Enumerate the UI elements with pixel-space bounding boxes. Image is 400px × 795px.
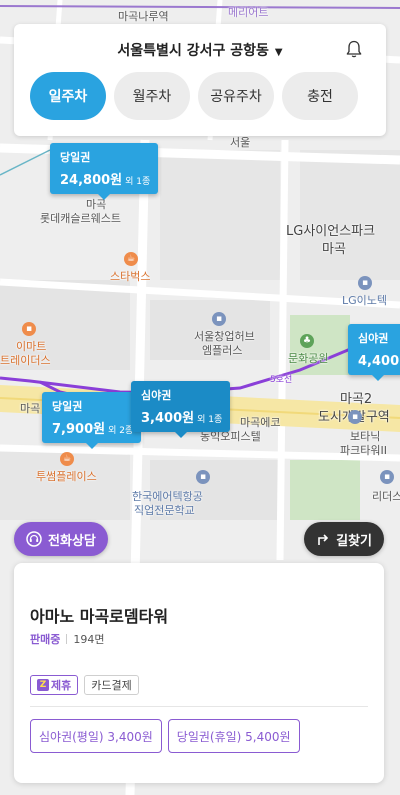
caret-down-icon: ▼: [274, 47, 283, 58]
lot-status-row: 판매중 194면: [30, 631, 105, 647]
botanic-icon: ▪: [348, 410, 362, 424]
map-label-lotte-castle: 롯데캐슬르웨스트: [40, 212, 121, 225]
sale-status: 판매중: [30, 633, 61, 646]
parking-lot-name: 아마노 마곡로뎀타워: [30, 607, 169, 626]
partner-tag: Z 제휴: [30, 675, 79, 695]
starbucks-cafe-icon: ☕: [124, 252, 138, 266]
twosome-cafe-icon: ☕: [60, 452, 74, 466]
partner-tag-label: 제휴: [51, 679, 72, 692]
price-marker-daily-7900[interactable]: 당일권 7,900원 외 2종: [42, 392, 142, 449]
card-payment-tag: 카드결제: [84, 675, 139, 695]
map-label-lg-science-park: LG사이언스파크: [286, 224, 376, 239]
product-night-weekday[interactable]: 심야권(평일) 3,400원: [30, 719, 162, 753]
marker-type: 당일권: [52, 400, 83, 413]
directions-button[interactable]: 길찾기: [304, 522, 384, 556]
phone-consult-button[interactable]: 전화상담: [14, 522, 108, 556]
map-label-leaders: 리더스: [372, 490, 400, 503]
marker-price: 7,900원: [52, 422, 106, 437]
map-label-line5: 5호선: [270, 375, 293, 385]
emart-shopping-icon: ▪: [22, 322, 36, 336]
map-label-magok2: 마곡2: [340, 392, 373, 407]
map-label-botanic-sub: 파크타워II: [340, 444, 387, 457]
marker-count: 외 2종: [108, 426, 134, 436]
tab-charging[interactable]: 충전: [282, 72, 358, 120]
bell-icon[interactable]: [344, 38, 364, 60]
parking-spaces: 194면: [73, 633, 105, 646]
startup-hub-icon: ▪: [212, 312, 226, 326]
marker-price: 4,400: [358, 354, 400, 369]
map-label-traders: 트레이더스: [0, 354, 51, 367]
leaders-icon: ▪: [380, 470, 394, 484]
park-icon: ♣: [300, 334, 314, 348]
parking-type-tabs: 일주차 월주차 공유주차 충전: [30, 72, 358, 120]
lg-innotek-icon: ▪: [358, 276, 372, 290]
filter-header: 서울특별시 강서구 공항동 ▼ 일주차 월주차 공유주차 충전: [14, 24, 386, 136]
marker-type: 당일권: [60, 151, 91, 164]
lot-tags: Z 제휴 카드결제: [30, 675, 139, 695]
map-label-lg-innotek: LG이노텍: [342, 294, 388, 307]
marker-count: 외 1종: [125, 177, 151, 187]
marker-price: 24,800원: [60, 173, 123, 188]
tab-monthly-parking[interactable]: 월주차: [114, 72, 190, 120]
marker-count: 외 1종: [197, 415, 223, 425]
marker-type: 심야권: [358, 332, 389, 345]
map-label-magok-left: 마곡: [20, 402, 41, 415]
map-label-twosome: 투썸플레이스: [36, 470, 97, 483]
headset-icon: [26, 531, 42, 547]
divider: [66, 634, 68, 644]
map-label-startup-hub-sub: 엠플러스: [202, 344, 243, 357]
product-daily-holiday[interactable]: 당일권(휴일) 5,400원: [167, 719, 300, 753]
partner-logo-icon: Z: [37, 679, 49, 691]
tab-daily-parking[interactable]: 일주차: [30, 72, 106, 120]
turn-right-icon: [318, 534, 329, 545]
map-label-marriott: 메리어트: [228, 6, 269, 19]
phone-consult-label: 전화상담: [48, 533, 96, 549]
marker-type: 심야권: [141, 389, 172, 402]
tab-shared-parking[interactable]: 공유주차: [198, 72, 274, 120]
map-label-starbucks: 스타벅스: [110, 270, 151, 283]
map-label-aviation-sub: 직업전문학교: [134, 504, 195, 517]
price-marker-night-3400[interactable]: 심야권 3,400원 외 1종: [131, 381, 231, 438]
map-label-culture-park: 문화공원: [288, 352, 329, 365]
parking-lot-card[interactable]: 아마노 마곡로뎀타워 판매중 194면 Z 제휴 카드결제 심야권(평일) 3,…: [14, 563, 384, 783]
map-label-lg-science-sub: 마곡: [322, 242, 346, 257]
aviation-school-icon: ▪: [196, 470, 210, 484]
card-divider: [30, 706, 368, 707]
price-marker-daily-24800[interactable]: 당일권 24,800원 외 1종: [50, 143, 159, 200]
location-selector[interactable]: 서울특별시 강서구 공항동 ▼: [14, 40, 386, 60]
price-marker-night-4400[interactable]: 심야권 4,400: [348, 324, 400, 381]
location-text: 서울특별시 강서구 공항동: [117, 43, 269, 59]
map-label-seoul: 서울: [230, 136, 251, 149]
marker-price: 3,400원: [141, 411, 195, 426]
ticket-products: 심야권(평일) 3,400원 당일권(휴일) 5,400원: [30, 719, 300, 753]
map-label-station: 마곡나루역: [118, 10, 169, 23]
directions-label: 길찾기: [336, 533, 372, 549]
